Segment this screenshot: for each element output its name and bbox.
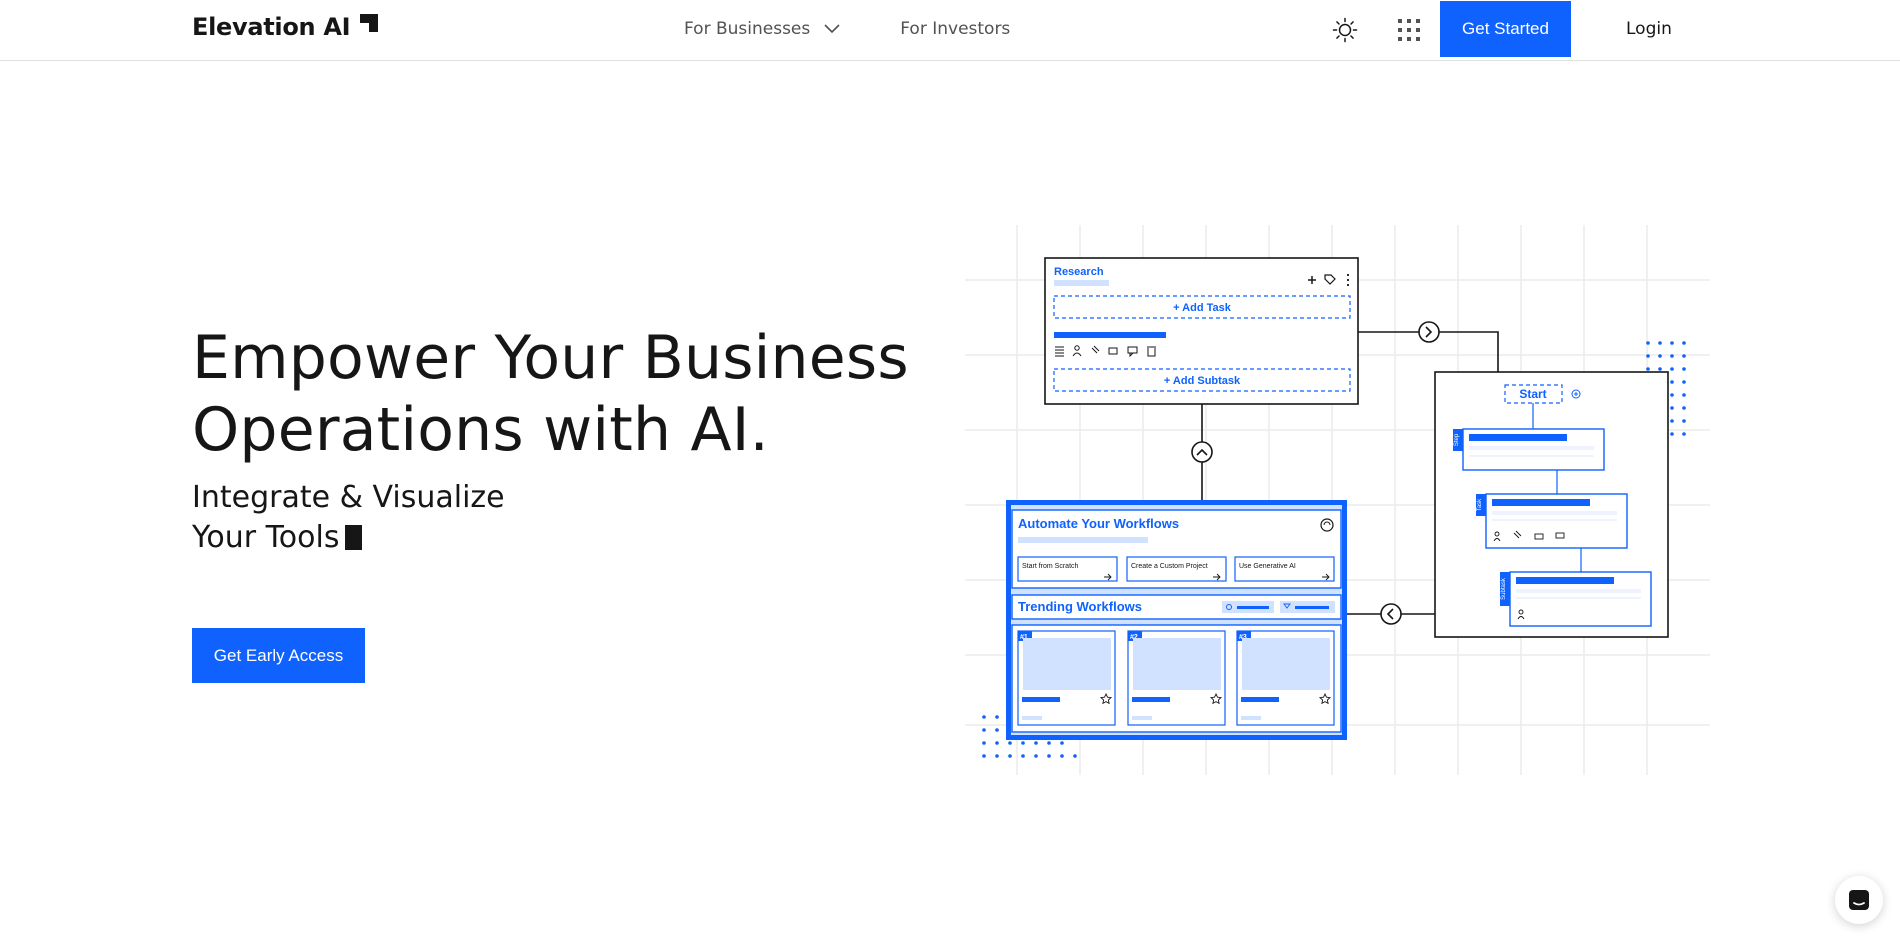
chat-launcher-button[interactable]	[1835, 876, 1883, 924]
research-title: Research	[1054, 266, 1104, 278]
theme-toggle-button[interactable]	[1331, 16, 1359, 44]
nav-for-investors[interactable]: For Investors	[900, 19, 1010, 39]
site-header: Elevation AI For Businesses For Investor…	[0, 0, 1900, 61]
nav-for-businesses[interactable]: For Businesses	[684, 19, 840, 39]
option-start-from-scratch: Start from Scratch	[1022, 563, 1079, 570]
nav-for-businesses-label[interactable]: For Businesses	[684, 19, 810, 39]
task-tag: Task	[1477, 498, 1483, 511]
chevron-up-node-icon	[1191, 441, 1213, 463]
research-card: Research + Add Task + Add Subtask	[1044, 257, 1359, 405]
hero-subtitle-line2: Your Tools	[192, 520, 340, 555]
login-link[interactable]: Login	[1626, 19, 1672, 39]
automate-title: Automate Your Workflows	[1018, 516, 1179, 531]
apps-menu-button[interactable]	[1395, 16, 1423, 44]
option-use-generative-ai: Use Generative AI	[1239, 563, 1296, 570]
hero-title-line2: Operations with AI.	[192, 395, 769, 465]
hero-subtitle-line1: Integrate & Visualize	[192, 480, 505, 515]
get-early-access-button[interactable]: Get Early Access	[192, 628, 365, 683]
option-create-custom-project: Create a Custom Project	[1131, 563, 1208, 570]
grid-icon[interactable]	[1397, 18, 1421, 42]
hero-subtitle: Integrate & Visualize Your Tools	[192, 478, 592, 558]
nav-for-investors-label[interactable]: For Investors	[900, 19, 1010, 39]
more-vertical-icon	[1346, 273, 1350, 287]
chevron-left-node-icon	[1380, 603, 1402, 625]
chevron-right-node-icon	[1418, 321, 1440, 343]
workflow-illustration: Research + Add Task + Add Subtask Start	[965, 225, 1710, 775]
typing-caret	[345, 525, 363, 550]
main-nav: For Businesses For Investors	[684, 19, 1010, 39]
logo-mark-icon	[360, 14, 379, 32]
start-label: Start	[1519, 387, 1546, 401]
step-tag: Step	[1454, 433, 1460, 446]
chevron-down-icon[interactable]	[824, 24, 840, 34]
flow-card: Start Step Task Subtask	[1434, 371, 1669, 638]
chat-icon[interactable]	[1847, 888, 1871, 912]
logo-text[interactable]: Elevation AI	[192, 13, 351, 41]
trending-title: Trending Workflows	[1018, 599, 1142, 614]
automate-panel: Automate Your Workflows Start from Scrat…	[1006, 500, 1347, 740]
subtask-tag: Subtask	[1501, 577, 1507, 600]
hero-title-line1: Empower Your Business	[192, 323, 909, 393]
sun-icon[interactable]	[1332, 17, 1358, 43]
get-started-button[interactable]: Get Started	[1440, 1, 1571, 57]
logo[interactable]: Elevation AI	[192, 13, 379, 41]
add-task-label: + Add Task	[1173, 302, 1232, 314]
hero-title: Empower Your Business Operations with AI…	[192, 322, 912, 466]
add-subtask-label: + Add Subtask	[1164, 375, 1241, 387]
